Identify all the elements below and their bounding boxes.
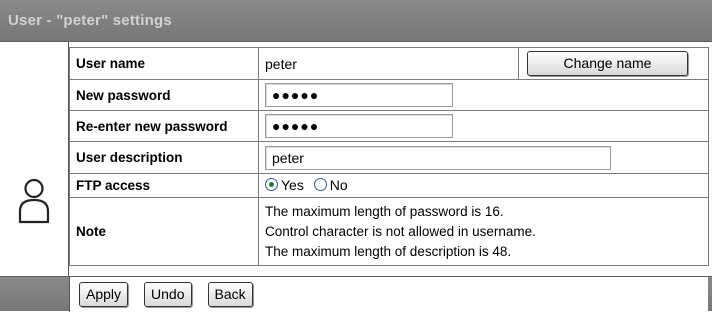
row-ftp-access: FTP access Yes No	[69, 173, 709, 198]
row-new-password: New password ●●●●●	[69, 79, 709, 111]
undo-button[interactable]: Undo	[144, 282, 192, 307]
ftp-no-radio[interactable]	[313, 178, 327, 192]
row-description: User description peter	[69, 141, 709, 174]
action-bar: Apply Undo Back	[0, 276, 712, 312]
note-text: The maximum length of password is 16. Co…	[258, 197, 709, 266]
row-reenter-password: Re-enter new password ●●●●●	[69, 110, 709, 142]
title-bar: User - "peter" settings	[0, 0, 712, 42]
note-label: Note	[69, 197, 259, 266]
ftp-no-option[interactable]: No	[313, 177, 348, 193]
row-username: User name peter Change name	[69, 47, 709, 80]
username-value: peter	[258, 47, 519, 80]
new-password-input[interactable]: ●●●●●	[265, 83, 453, 107]
description-label: User description	[69, 141, 259, 174]
ftp-no-label[interactable]: No	[330, 177, 348, 193]
reenter-password-input[interactable]: ●●●●●	[265, 114, 453, 138]
user-icon	[18, 178, 50, 224]
back-button[interactable]: Back	[207, 282, 253, 307]
user-icon-column	[0, 42, 69, 276]
action-buttons: Apply Undo Back	[79, 282, 253, 307]
ftp-access-label: FTP access	[69, 173, 259, 198]
note-line: The maximum length of description is 48.	[265, 243, 512, 259]
row-note: Note The maximum length of password is 1…	[69, 197, 709, 266]
description-input[interactable]: peter	[265, 145, 611, 170]
new-password-label: New password	[69, 79, 259, 111]
apply-button[interactable]: Apply	[79, 282, 129, 307]
username-label: User name	[69, 47, 259, 80]
change-name-button[interactable]: Change name	[527, 51, 688, 76]
note-line: Control character is not allowed in user…	[265, 223, 536, 239]
settings-panel: User - "peter" settings User name peter …	[0, 0, 712, 312]
settings-table: User name peter Change name New password…	[69, 47, 709, 266]
change-name-cell: Change name	[518, 47, 709, 80]
reenter-password-label: Re-enter new password	[69, 110, 259, 142]
ftp-yes-radio[interactable]	[265, 178, 278, 192]
ftp-yes-label[interactable]: Yes	[281, 177, 304, 193]
ftp-yes-option[interactable]: Yes	[265, 177, 304, 193]
window-title: User - "peter" settings	[8, 12, 172, 29]
note-line: The maximum length of password is 16.	[265, 203, 504, 219]
